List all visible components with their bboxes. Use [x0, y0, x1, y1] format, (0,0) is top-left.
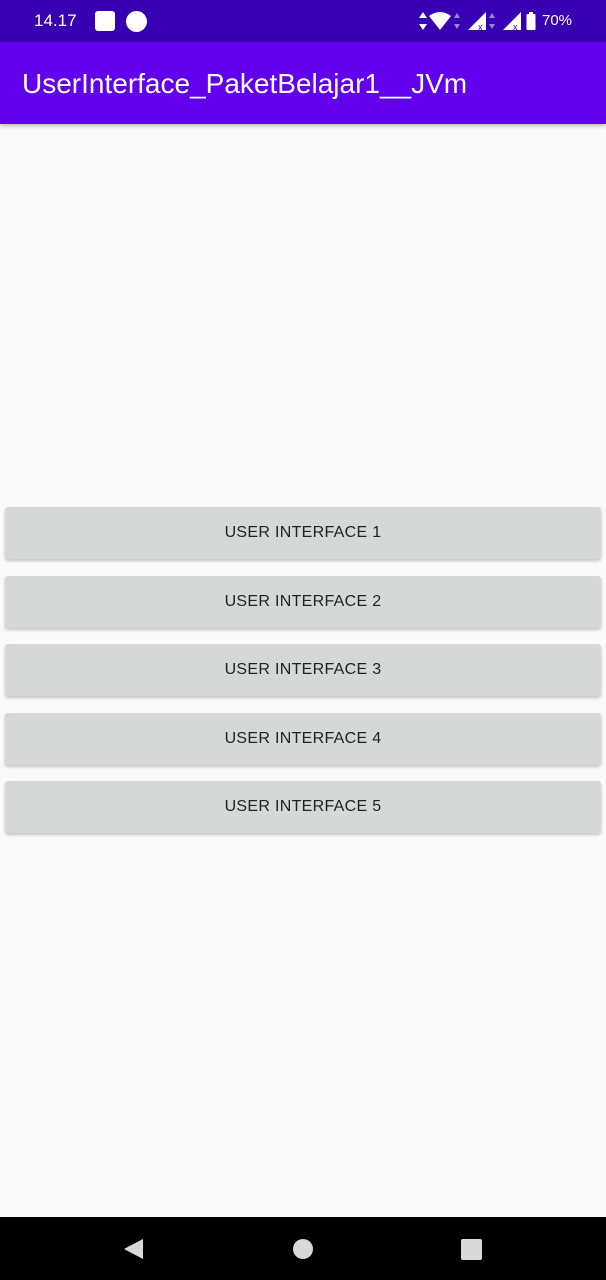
wifi-data-arrows-icon: [454, 13, 460, 29]
navigation-bar: [0, 1217, 606, 1280]
user-interface-1-button[interactable]: USER INTERFACE 1: [5, 507, 601, 559]
battery-percentage: 70%: [542, 12, 573, 29]
signal-data-arrows-icon: [489, 13, 495, 29]
status-bar: 14.17 x x 70%: [0, 0, 606, 42]
home-button[interactable]: [263, 1217, 343, 1280]
back-icon: [124, 1239, 143, 1259]
notification-circle-icon: [126, 11, 147, 32]
user-interface-2-button[interactable]: USER INTERFACE 2: [5, 576, 601, 628]
home-icon: [293, 1239, 313, 1259]
wifi-icon: [429, 12, 451, 30]
signal-no-data-icon: x: [503, 12, 521, 31]
recents-icon: [461, 1239, 482, 1260]
battery-icon: [526, 12, 536, 30]
notification-square-icon: [95, 11, 115, 31]
svg-text:x: x: [513, 22, 518, 31]
app-title: UserInterface_PaketBelajar1__JVm: [22, 68, 468, 99]
user-interface-3-button[interactable]: USER INTERFACE 3: [5, 644, 601, 696]
recents-button[interactable]: [432, 1217, 512, 1280]
data-arrows-icon: [419, 12, 427, 30]
signal-icon: x: [468, 12, 486, 31]
user-interface-4-button[interactable]: USER INTERFACE 4: [5, 713, 601, 765]
back-button[interactable]: [94, 1217, 174, 1280]
app-bar: UserInterface_PaketBelajar1__JVm: [0, 42, 606, 124]
svg-text:x: x: [478, 22, 483, 31]
user-interface-5-button[interactable]: USER INTERFACE 5: [5, 781, 601, 833]
status-time: 14.17: [34, 11, 77, 30]
